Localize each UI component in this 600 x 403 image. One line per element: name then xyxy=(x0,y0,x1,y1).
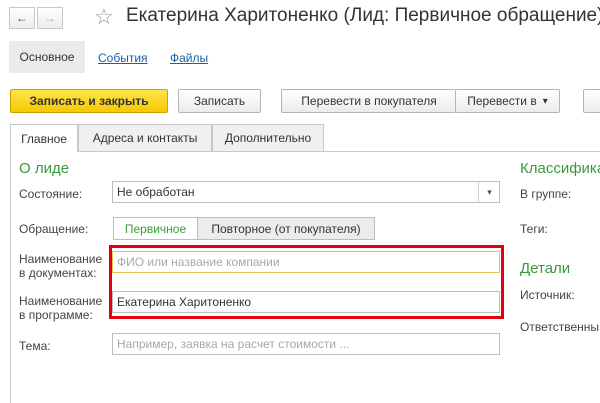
section-about-title: О лиде xyxy=(19,160,70,177)
appeal-label: Обращение: xyxy=(19,222,89,236)
more-button[interactable] xyxy=(583,89,600,113)
tab-main[interactable]: Главное xyxy=(10,124,78,152)
topic-input[interactable]: Например, заявка на расчет стоимости ... xyxy=(112,333,500,355)
convert-to-dropdown-button[interactable]: Перевести в ▾ xyxy=(455,89,560,113)
state-select[interactable]: Не обработан xyxy=(112,181,500,203)
program-name-label-line2: в программе: xyxy=(19,308,93,322)
state-label: Состояние: xyxy=(19,187,83,201)
group-label: В группе: xyxy=(520,187,572,201)
appeal-primary-option[interactable]: Первичное xyxy=(113,217,198,240)
save-and-close-button[interactable]: Записать и закрыть xyxy=(10,89,168,113)
nav-main-label: Основное xyxy=(19,50,75,64)
arrow-right-icon: → xyxy=(44,11,56,25)
window-title: Екатерина Харитоненко (Лид: Первичное об… xyxy=(126,5,600,26)
state-dropdown-icon[interactable]: ▾ xyxy=(478,182,500,202)
tab-extra[interactable]: Дополнительно xyxy=(212,124,324,151)
section-classification-title: Классифика xyxy=(520,160,600,177)
save-and-close-label: Записать и закрыть xyxy=(29,94,149,108)
panel-border xyxy=(10,151,11,403)
tab-main-label: Главное xyxy=(21,131,67,146)
tab-divider xyxy=(78,151,600,152)
tags-label: Теги: xyxy=(520,222,548,236)
save-button[interactable]: Записать xyxy=(178,89,261,113)
tab-extra-label: Дополнительно xyxy=(224,131,312,145)
state-value: Не обработан xyxy=(117,185,195,199)
appeal-primary-label: Первичное xyxy=(124,221,187,236)
appeal-repeat-label: Повторное (от покупателя) xyxy=(211,221,361,236)
favorite-star-icon[interactable]: ☆ xyxy=(94,4,114,30)
topic-label: Тема: xyxy=(19,339,51,353)
chevron-down-icon: ▾ xyxy=(542,95,548,107)
nav-files-link[interactable]: Файлы xyxy=(170,51,208,65)
program-name-label: Наименование в программе: xyxy=(19,294,102,322)
source-label: Источник: xyxy=(520,288,575,302)
responsible-label: Ответственны xyxy=(520,320,599,334)
nav-events-link[interactable]: События xyxy=(98,51,148,65)
section-details-title: Детали xyxy=(520,260,571,277)
tab-addresses[interactable]: Адреса и контакты xyxy=(78,124,212,151)
topic-placeholder: Например, заявка на расчет стоимости ... xyxy=(117,337,350,351)
arrow-left-icon: ← xyxy=(16,11,28,25)
doc-name-label: Наименование в документах: xyxy=(19,252,102,280)
save-label: Записать xyxy=(193,94,246,108)
convert-to-label: Перевести в xyxy=(467,94,537,108)
highlight-box xyxy=(109,245,504,319)
doc-name-label-line1: Наименование xyxy=(19,252,103,266)
doc-name-label-line2: в документах: xyxy=(19,266,97,280)
nav-main[interactable]: Основное xyxy=(9,41,85,73)
forward-button[interactable]: → xyxy=(37,7,63,29)
convert-to-buyer-label: Перевести в покупателя xyxy=(301,94,437,108)
tab-addresses-label: Адреса и контакты xyxy=(92,131,198,145)
program-name-label-line1: Наименование xyxy=(19,294,103,308)
appeal-repeat-option[interactable]: Повторное (от покупателя) xyxy=(197,217,375,240)
convert-to-buyer-button[interactable]: Перевести в покупателя xyxy=(281,89,456,113)
back-button[interactable]: ← xyxy=(9,7,35,29)
